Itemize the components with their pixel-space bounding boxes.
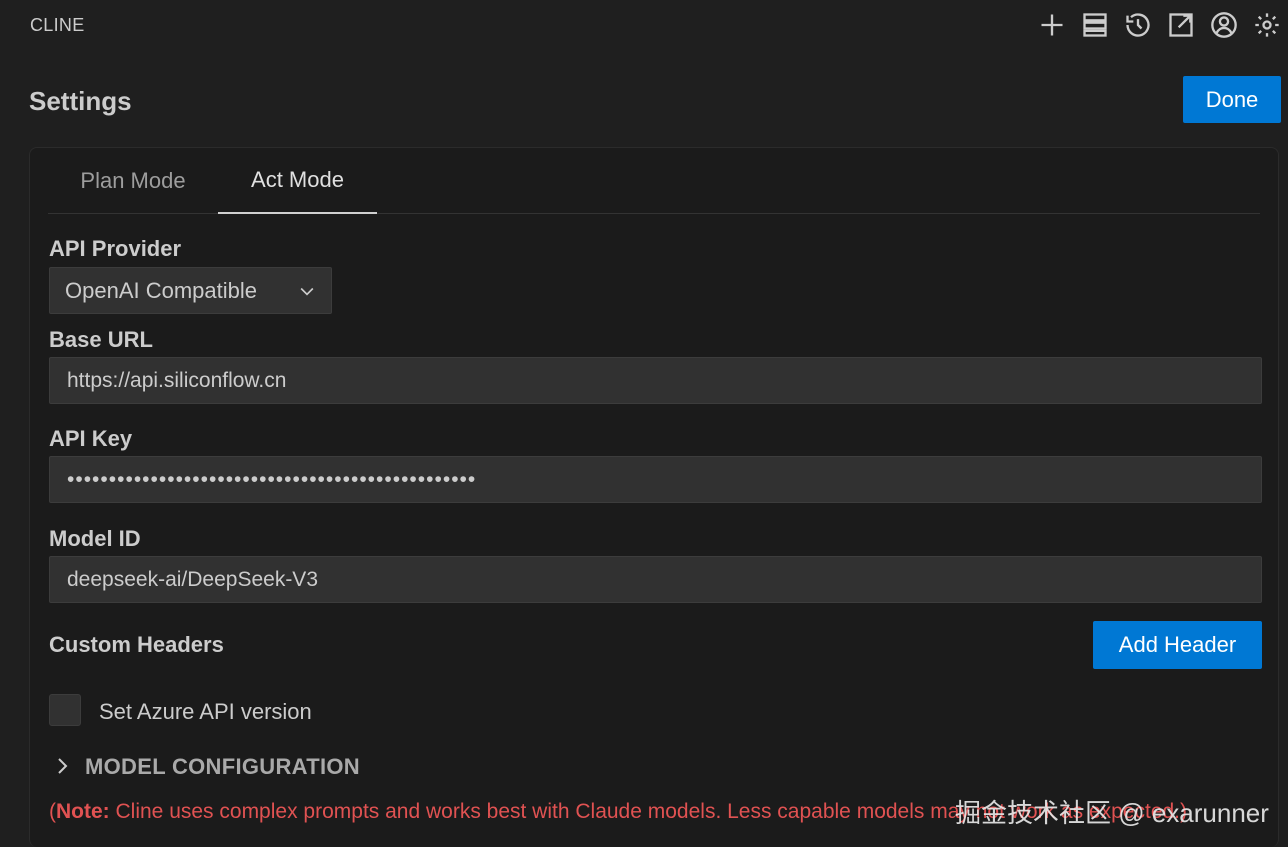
model-id-label: Model ID xyxy=(49,526,141,551)
server-icon[interactable] xyxy=(1073,6,1116,44)
api-provider-label: API Provider xyxy=(49,236,182,261)
plus-icon[interactable] xyxy=(1030,6,1073,44)
azure-api-version-label: Set Azure API version xyxy=(99,699,312,724)
popout-icon[interactable] xyxy=(1159,6,1202,44)
tab-plan-mode[interactable]: Plan Mode xyxy=(48,148,218,214)
history-icon[interactable] xyxy=(1116,6,1159,44)
app-title: CLINE xyxy=(30,15,85,35)
model-configuration-toggle[interactable]: MODEL CONFIGURATION xyxy=(85,754,360,780)
chevron-down-icon xyxy=(300,287,314,296)
mode-tabs: Plan Mode Act Mode xyxy=(48,148,1260,214)
tab-act-mode[interactable]: Act Mode xyxy=(218,148,377,214)
azure-api-version-checkbox[interactable] xyxy=(49,694,81,726)
settings-panel: Plan Mode Act Mode API Provider OpenAI C… xyxy=(29,147,1279,847)
account-icon[interactable] xyxy=(1202,6,1245,44)
api-provider-value: OpenAI Compatible xyxy=(65,277,257,303)
toolbar xyxy=(1030,6,1288,44)
model-id-input[interactable] xyxy=(49,556,1262,603)
api-key-input[interactable] xyxy=(49,456,1262,503)
watermark: 掘金技术社区 @ exarunner xyxy=(955,798,1269,828)
note-prefix: Note: xyxy=(56,800,110,823)
page-title: Settings xyxy=(29,86,132,116)
chevron-right-icon[interactable] xyxy=(54,756,72,776)
add-header-button[interactable]: Add Header xyxy=(1093,621,1262,669)
title-bar: CLINE xyxy=(0,0,1288,52)
note-open-paren: ( xyxy=(49,800,56,823)
custom-headers-label: Custom Headers xyxy=(49,632,224,657)
base-url-label: Base URL xyxy=(49,327,153,352)
api-key-label: API Key xyxy=(49,426,133,451)
gear-icon[interactable] xyxy=(1245,6,1288,44)
base-url-input[interactable] xyxy=(49,357,1262,404)
done-button[interactable]: Done xyxy=(1183,76,1281,123)
api-provider-select[interactable]: OpenAI Compatible xyxy=(49,267,332,314)
